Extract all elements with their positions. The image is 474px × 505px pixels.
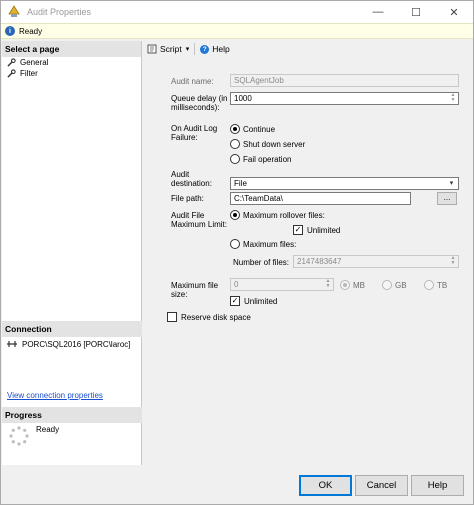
spinner-arrows-icon[interactable]: ▲ ▼ bbox=[448, 93, 458, 104]
progress-spinner-icon bbox=[9, 426, 29, 446]
max-limit-label: Audit File Maximum Limit: bbox=[171, 211, 228, 229]
unlimited-size-checkbox[interactable]: ✓ bbox=[230, 296, 240, 306]
shut-down-label: Shut down server bbox=[243, 140, 306, 149]
chevron-down-icon: ▾ bbox=[449, 180, 454, 187]
minimize-button[interactable]: — bbox=[359, 1, 397, 23]
script-icon bbox=[147, 44, 157, 54]
script-label: Script bbox=[160, 44, 182, 54]
destination-value: File bbox=[234, 179, 247, 188]
max-files-label: Maximum files: bbox=[243, 240, 297, 249]
help-toolbar-button[interactable]: ? Help bbox=[200, 44, 230, 54]
shut-down-radio[interactable] bbox=[230, 139, 240, 149]
max-file-size-value: 0 bbox=[234, 280, 239, 289]
ok-button[interactable]: OK bbox=[299, 475, 352, 496]
gb-radio[interactable] bbox=[382, 280, 392, 290]
wrench-icon bbox=[7, 58, 16, 67]
reserve-disk-space-checkbox[interactable] bbox=[167, 312, 177, 322]
chevron-down-icon: ▾ bbox=[185, 46, 190, 53]
view-connection-properties-link[interactable]: View connection properties bbox=[7, 391, 103, 400]
help-label: Help bbox=[212, 44, 230, 54]
max-rollover-label: Maximum rollover files: bbox=[243, 211, 325, 220]
fail-operation-radio[interactable] bbox=[230, 154, 240, 164]
title-bar: Audit Properties — ☐ ✕ bbox=[1, 1, 473, 23]
gb-label: GB bbox=[395, 281, 407, 290]
script-button[interactable]: Script ▾ bbox=[147, 44, 189, 54]
audit-name-label: Audit name: bbox=[171, 77, 214, 86]
reserve-disk-space-label: Reserve disk space bbox=[181, 313, 251, 322]
wrench-icon bbox=[7, 69, 16, 78]
window-title: Audit Properties bbox=[27, 7, 92, 17]
max-rollover-radio[interactable] bbox=[230, 210, 240, 220]
fail-operation-label: Fail operation bbox=[243, 155, 292, 164]
max-file-size-field[interactable]: 0 ▲ ▼ bbox=[230, 278, 334, 291]
help-button[interactable]: Help bbox=[411, 475, 464, 496]
connection-info: PORC\SQL2016 [PORC\laroc] bbox=[6, 339, 130, 349]
continue-label: Continue bbox=[243, 125, 276, 134]
close-button[interactable]: ✕ bbox=[435, 1, 473, 23]
connection-icon bbox=[7, 341, 17, 347]
file-path-label: File path: bbox=[171, 194, 204, 203]
on-failure-label: On Audit Log Failure: bbox=[171, 124, 218, 142]
destination-label: Audit destination: bbox=[171, 170, 212, 188]
status-bar: i Ready bbox=[1, 23, 473, 39]
progress-header: Progress bbox=[2, 407, 142, 423]
tb-radio[interactable] bbox=[424, 280, 434, 290]
continue-radio[interactable] bbox=[230, 124, 240, 134]
toolbar-divider bbox=[194, 43, 196, 55]
page-item-label: General bbox=[20, 58, 49, 67]
info-icon: i bbox=[5, 26, 15, 36]
queue-delay-label: Queue delay (in milliseconds): bbox=[171, 94, 228, 112]
left-pane: Select a page General Filter Connection … bbox=[2, 41, 142, 465]
mb-label: MB bbox=[353, 281, 365, 290]
unlimited-size-label: Unlimited bbox=[244, 297, 278, 306]
toolbar: Script ▾ ? Help bbox=[143, 41, 473, 57]
number-of-files-field[interactable]: 2147483647 ▲ ▼ bbox=[293, 255, 459, 268]
right-pane: Script ▾ ? Help Audit name: SQLAgentJob … bbox=[143, 41, 473, 465]
help-icon: ? bbox=[200, 44, 210, 54]
number-of-files-value: 2147483647 bbox=[297, 257, 342, 266]
page-item-filter[interactable]: Filter bbox=[2, 68, 141, 79]
select-page-header: Select a page bbox=[2, 41, 141, 57]
tb-label: TB bbox=[437, 281, 448, 290]
mb-radio[interactable] bbox=[340, 280, 350, 290]
audit-properties-window: Audit Properties — ☐ ✕ i Ready Select a … bbox=[0, 0, 474, 505]
spinner-arrows-icon: ▲ ▼ bbox=[325, 278, 331, 289]
dialog-button-bar: OK Cancel Help bbox=[1, 465, 473, 505]
max-files-radio[interactable] bbox=[230, 239, 240, 249]
file-path-field[interactable]: C:\TeamData\ bbox=[230, 192, 411, 205]
app-icon bbox=[8, 5, 20, 17]
audit-name-field[interactable]: SQLAgentJob bbox=[230, 74, 459, 87]
status-text: Ready bbox=[19, 26, 43, 36]
destination-select[interactable]: File ▾ bbox=[230, 177, 459, 190]
number-of-files-label: Number of files: bbox=[233, 258, 290, 267]
connection-header: Connection bbox=[2, 321, 142, 337]
maximize-button[interactable]: ☐ bbox=[397, 1, 435, 23]
queue-delay-field[interactable]: 1000 ▲ ▼ bbox=[230, 92, 459, 105]
cancel-button[interactable]: Cancel bbox=[355, 475, 408, 496]
progress-info: Ready bbox=[8, 425, 59, 447]
queue-delay-value: 1000 bbox=[234, 94, 252, 103]
browse-button[interactable]: ... bbox=[437, 192, 457, 205]
connection-text: PORC\SQL2016 [PORC\laroc] bbox=[22, 339, 131, 349]
page-item-general[interactable]: General bbox=[2, 57, 141, 68]
max-file-size-label: Maximum file size: bbox=[171, 281, 219, 299]
progress-text: Ready bbox=[36, 425, 60, 434]
page-item-label: Filter bbox=[20, 69, 38, 78]
unlimited-rollover-label: Unlimited bbox=[307, 226, 341, 235]
spinner-arrows-icon: ▲ ▼ bbox=[450, 255, 456, 266]
unlimited-rollover-checkbox[interactable]: ✓ bbox=[293, 225, 303, 235]
